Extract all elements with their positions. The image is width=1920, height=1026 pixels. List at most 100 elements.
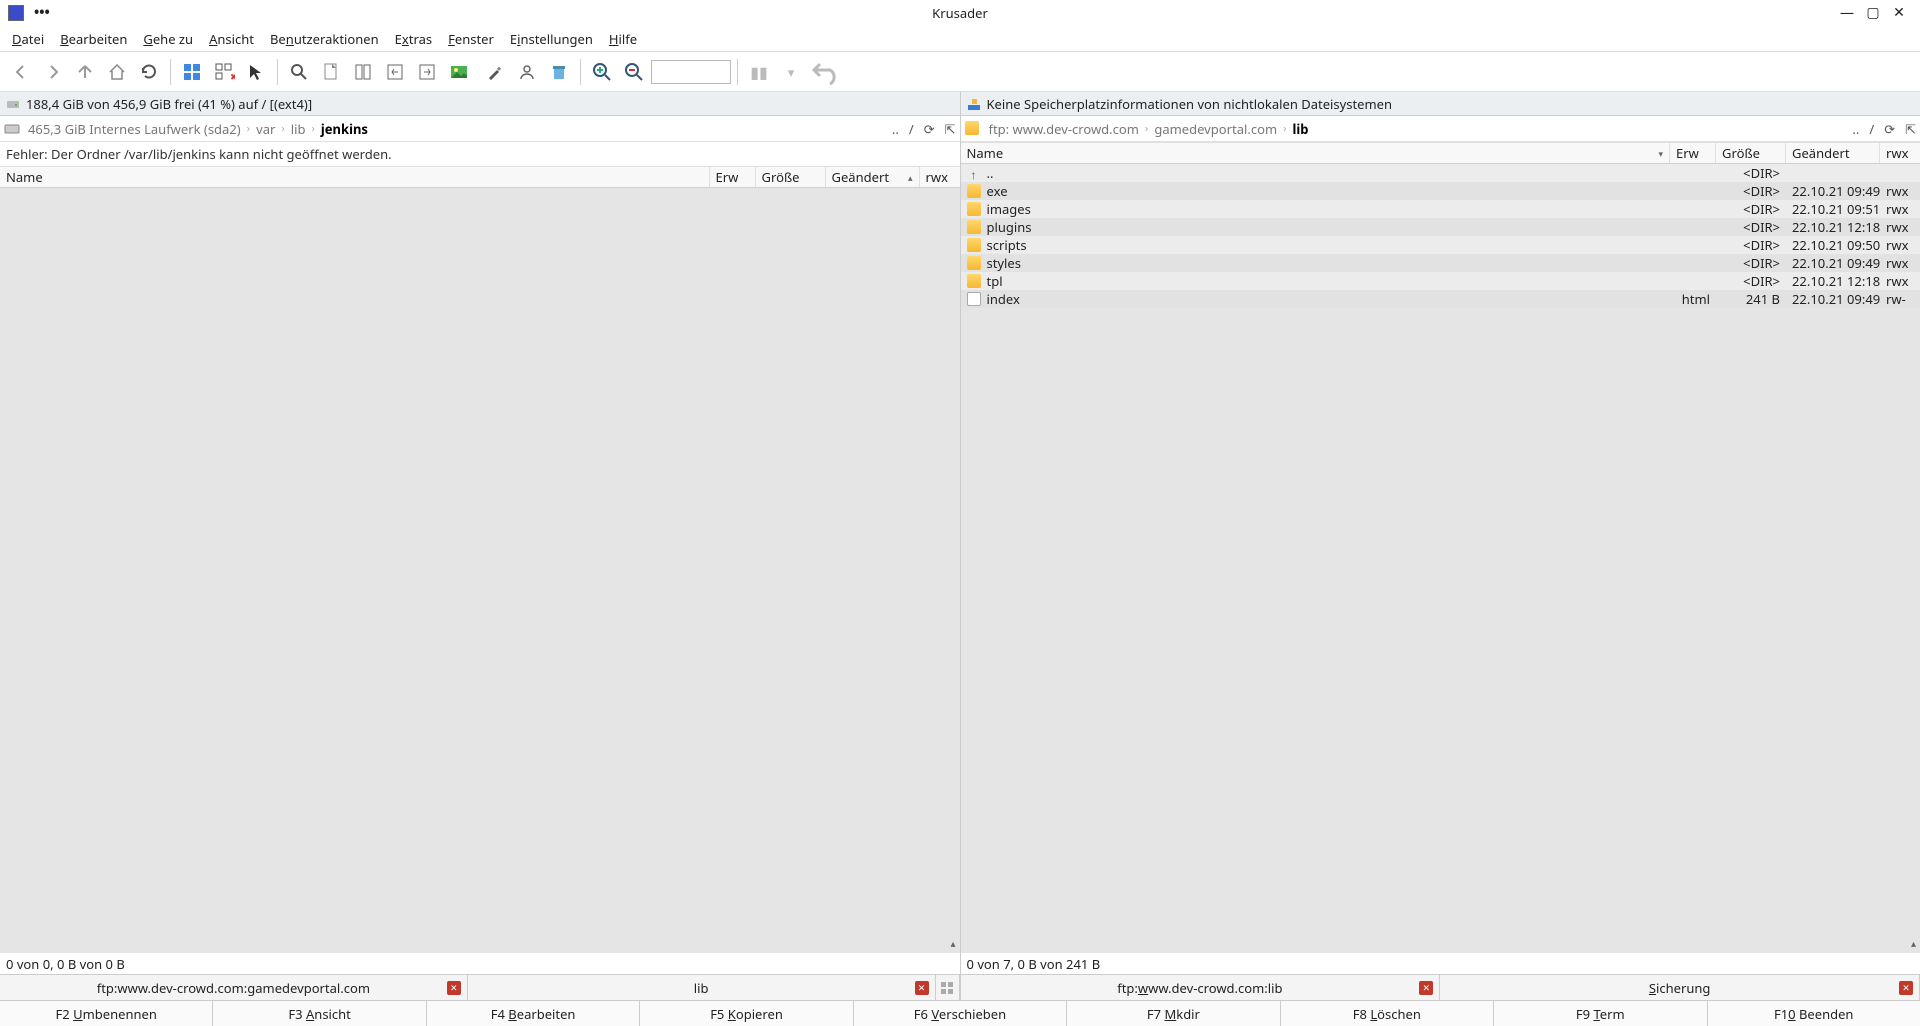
breadcrumb-item[interactable]: gamedevportal.com: [1150, 118, 1281, 140]
menu-einstellungen[interactable]: Einstellungen: [502, 27, 601, 51]
col-name[interactable]: Name▾: [961, 143, 1671, 163]
close-button[interactable]: ✕: [1886, 3, 1912, 22]
selectall-button[interactable]: [177, 57, 207, 87]
fkey-button[interactable]: F5 Kopieren: [640, 1001, 853, 1026]
menu-ansicht[interactable]: Ansicht: [201, 27, 262, 51]
expand-icon[interactable]: ⇱: [945, 120, 956, 138]
col-erw[interactable]: Erw: [710, 167, 756, 187]
left-diskbar[interactable]: 188,4 GiB von 456,9 GiB frei (41 %) auf …: [0, 92, 960, 116]
file-name: tpl: [987, 272, 1003, 290]
table-row[interactable]: plugins<DIR>22.10.21 12:18rwx: [961, 218, 1920, 236]
panel-tab[interactable]: lib✕: [468, 975, 936, 1000]
col-geaendert[interactable]: Geändert: [1786, 143, 1880, 163]
pause-button[interactable]: ▮▮: [744, 57, 774, 87]
up-dots[interactable]: ..: [892, 120, 899, 138]
fkey-button[interactable]: F4 Bearbeiten: [427, 1001, 640, 1026]
fkey-button[interactable]: F7 Mkdir: [1067, 1001, 1280, 1026]
refresh-button[interactable]: [134, 57, 164, 87]
col-rwx[interactable]: rwx: [920, 167, 960, 187]
panel-tab[interactable]: Sicherung✕: [1440, 975, 1920, 1000]
trash-button[interactable]: [544, 57, 574, 87]
panel-tab[interactable]: ftp:www.dev-crowd.com:lib✕: [961, 975, 1441, 1000]
left-listbody[interactable]: ▴: [0, 188, 960, 952]
refresh-icon[interactable]: ⟳: [924, 120, 935, 138]
back-button[interactable]: [6, 57, 36, 87]
fkey-button[interactable]: F2 Umbenennen: [0, 1001, 213, 1026]
breadcrumb-root[interactable]: 465,3 GiB Internes Laufwerk (sda2): [24, 118, 245, 140]
breadcrumb-item[interactable]: lib: [1289, 118, 1313, 140]
tab-close-icon[interactable]: ✕: [1419, 981, 1433, 995]
tab-close-icon[interactable]: ✕: [915, 981, 929, 995]
table-row[interactable]: styles<DIR>22.10.21 09:49rwx: [961, 254, 1920, 272]
table-row[interactable]: images<DIR>22.10.21 09:51rwx: [961, 200, 1920, 218]
menu-button[interactable]: ▾: [776, 57, 806, 87]
fkey-button[interactable]: F6 Verschieben: [854, 1001, 1067, 1026]
newfile-button[interactable]: [316, 57, 346, 87]
zoomin-button[interactable]: [587, 57, 617, 87]
fkey-button[interactable]: F10 Beenden: [1708, 1001, 1920, 1026]
menu-datei[interactable]: Datei: [4, 27, 52, 51]
cursor-button[interactable]: [241, 57, 271, 87]
right-status-text: 0 von 7, 0 B von 241 B: [967, 955, 1101, 973]
left-error: Fehler: Der Ordner /var/lib/jenkins kann…: [0, 142, 960, 166]
up-button[interactable]: [70, 57, 100, 87]
refresh-icon[interactable]: ⟳: [1884, 120, 1895, 138]
titlebar-menu-icon[interactable]: •••: [34, 3, 50, 22]
right-diskbar[interactable]: Keine Speicherplatzinformationen von nic…: [961, 92, 1920, 116]
left-status-text: 0 von 0, 0 B von 0 B: [6, 955, 125, 973]
sync-left-button[interactable]: [380, 57, 410, 87]
fkey-button[interactable]: F9 Term: [1494, 1001, 1707, 1026]
menu-benutzeraktionen[interactable]: Benutzeraktionen: [262, 27, 387, 51]
table-row[interactable]: tpl<DIR>22.10.21 12:18rwx: [961, 272, 1920, 290]
user-button[interactable]: [512, 57, 542, 87]
table-row[interactable]: ↑..<DIR>: [961, 164, 1920, 182]
table-row[interactable]: indexhtml241 B22.10.21 09:49rw-: [961, 290, 1920, 308]
right-listbody[interactable]: ↑..<DIR>exe<DIR>22.10.21 09:49rwximages<…: [961, 164, 1920, 952]
col-rwx[interactable]: rwx: [1880, 143, 1920, 163]
fkey-button[interactable]: F3 Ansicht: [213, 1001, 426, 1026]
left-disk-text: 188,4 GiB von 456,9 GiB frei (41 %) auf …: [26, 95, 312, 113]
image-button[interactable]: [444, 57, 474, 87]
breadcrumb-root[interactable]: ftp: www.dev-crowd.com: [985, 118, 1143, 140]
tab-extra[interactable]: [936, 975, 960, 1000]
expand-arrow-icon[interactable]: ▴: [1911, 936, 1916, 950]
drive-icon: [6, 97, 20, 111]
search-button[interactable]: [284, 57, 314, 87]
zoomout-button[interactable]: [619, 57, 649, 87]
breadcrumb-item[interactable]: jenkins: [317, 118, 372, 140]
col-geaendert[interactable]: Geändert▴: [826, 167, 920, 187]
up-dots[interactable]: ..: [1852, 120, 1859, 138]
expand-icon[interactable]: ⇱: [1905, 120, 1916, 138]
home-button[interactable]: [102, 57, 132, 87]
compare-button[interactable]: [348, 57, 378, 87]
fkey-button[interactable]: F8 Löschen: [1281, 1001, 1494, 1026]
minimize-button[interactable]: —: [1834, 3, 1860, 22]
menu-fenster[interactable]: Fenster: [440, 27, 502, 51]
sync-right-button[interactable]: [412, 57, 442, 87]
tab-close-icon[interactable]: ✕: [447, 981, 461, 995]
breadcrumb-item[interactable]: lib: [287, 118, 310, 140]
sort-indicator-icon: ▾: [1658, 147, 1663, 160]
menu-extras[interactable]: Extras: [387, 27, 440, 51]
forward-button[interactable]: [38, 57, 68, 87]
table-row[interactable]: scripts<DIR>22.10.21 09:50rwx: [961, 236, 1920, 254]
col-name[interactable]: Name: [0, 167, 710, 187]
filter-input[interactable]: [651, 60, 731, 84]
tab-close-icon[interactable]: ✕: [1899, 981, 1913, 995]
table-row[interactable]: exe<DIR>22.10.21 09:49rwx: [961, 182, 1920, 200]
maximize-button[interactable]: ▢: [1860, 3, 1886, 22]
sort-asc-icon: ▴: [908, 171, 913, 184]
unselect-button[interactable]: ✖: [209, 57, 239, 87]
menu-gehe zu[interactable]: Gehe zu: [135, 27, 201, 51]
col-groesse[interactable]: Größe: [1716, 143, 1786, 163]
menu-hilfe[interactable]: Hilfe: [601, 27, 645, 51]
right-panel: Keine Speicherplatzinformationen von nic…: [960, 92, 1920, 1000]
undo-button[interactable]: [808, 54, 844, 90]
breadcrumb-item[interactable]: var: [252, 118, 279, 140]
col-groesse[interactable]: Größe: [756, 167, 826, 187]
expand-arrow-icon[interactable]: ▴: [950, 936, 955, 950]
menu-bearbeiten[interactable]: Bearbeiten: [52, 27, 135, 51]
panel-tab[interactable]: ftp:www.dev-crowd.com:gamedevportal.com✕: [0, 975, 468, 1000]
colorpicker-button[interactable]: [480, 57, 510, 87]
col-erw[interactable]: Erw: [1670, 143, 1716, 163]
